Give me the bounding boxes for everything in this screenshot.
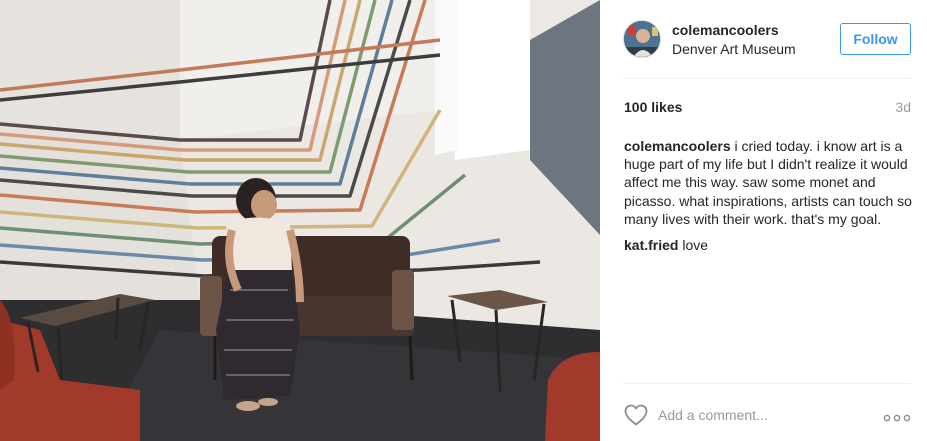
comment-text: love (682, 237, 709, 254)
post-view: colemancoolers Denver Art Museum Follow … (0, 0, 927, 441)
heart-outline-icon[interactable] (624, 404, 648, 426)
divider (623, 383, 911, 384)
comment-item: kat.fried love (624, 236, 914, 254)
more-options-icon[interactable] (883, 410, 911, 422)
ellipsis-icon (883, 414, 911, 422)
post-sidebar: colemancoolers Denver Art Museum Follow … (600, 0, 927, 441)
comment-item: colemancoolers i cried today. i know art… (624, 137, 914, 228)
follow-button[interactable]: Follow (840, 23, 911, 55)
photo-illustration (0, 0, 600, 441)
comment-username[interactable]: kat.fried (624, 237, 678, 253)
add-comment-input[interactable] (658, 407, 858, 423)
username-link[interactable]: colemancoolers (672, 22, 779, 38)
divider (623, 78, 911, 79)
avatar[interactable] (623, 20, 661, 58)
comments-list: colemancoolers i cried today. i know art… (624, 137, 914, 262)
post-photo[interactable] (0, 0, 600, 441)
likes-count[interactable]: 100 likes (624, 99, 682, 115)
heart-icon (624, 404, 648, 426)
comment-username[interactable]: colemancoolers (624, 138, 731, 154)
post-header: colemancoolers Denver Art Museum Follow (600, 0, 927, 78)
avatar-image (624, 21, 660, 57)
location-link[interactable]: Denver Art Museum (672, 41, 796, 57)
post-timestamp[interactable]: 3d (895, 99, 911, 115)
